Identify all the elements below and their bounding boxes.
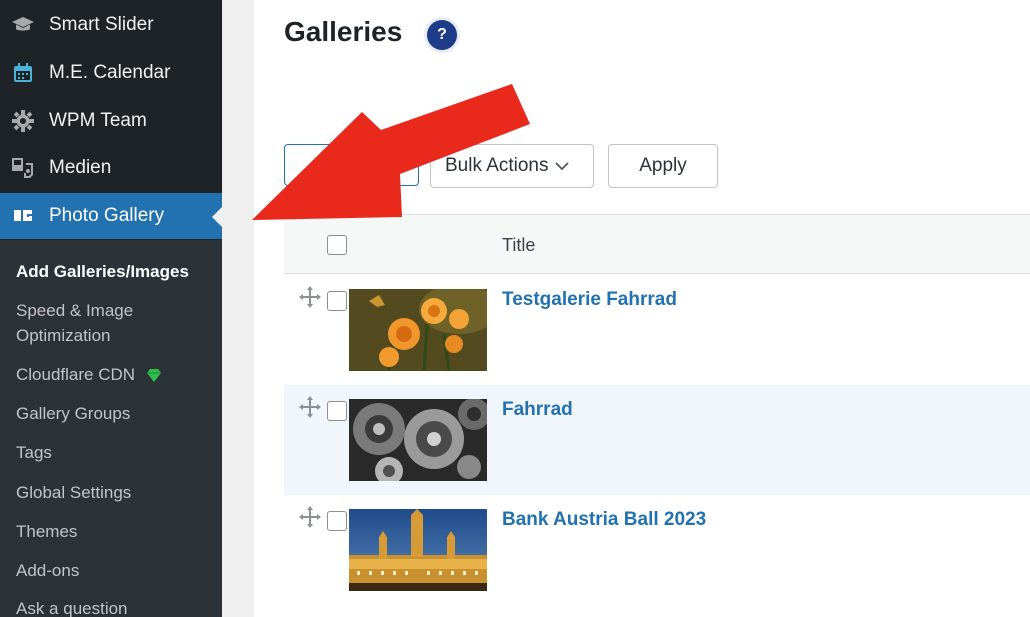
submenu-speed-optimization-line2[interactable]: Optimization — [16, 323, 110, 348]
gallery-thumbnail-gears[interactable] — [349, 399, 487, 481]
drag-handle-icon[interactable] — [298, 505, 322, 534]
table-header: Title — [284, 214, 1030, 274]
menu-label: M.E. Calendar — [49, 62, 171, 83]
gear-icon — [10, 109, 36, 133]
bulk-actions-select[interactable]: Bulk Actions — [430, 144, 594, 188]
menu-label: Medien — [49, 157, 112, 178]
submenu-label: Cloudflare CDN — [16, 365, 136, 384]
gallery-title-link[interactable]: Testgalerie Fahrrad — [502, 289, 677, 311]
menu-label: Photo Gallery — [49, 205, 165, 226]
menu-label: Smart Slider — [49, 14, 154, 35]
table-row: Fahrrad — [284, 385, 1030, 495]
menu-item-wpm-team[interactable]: WPM Team — [0, 98, 222, 144]
gallery-title-link[interactable]: Bank Austria Ball 2023 — [502, 509, 706, 531]
submenu-speed-optimization-line1[interactable]: Speed & Image — [16, 298, 133, 323]
drag-handle-icon[interactable] — [298, 285, 322, 314]
gallery-thumbnail-flowers[interactable] — [349, 289, 487, 371]
apply-button[interactable]: Apply — [608, 144, 718, 188]
menu-item-smart-slider[interactable]: Smart Slider — [0, 2, 222, 48]
table-row: Bank Austria Ball 2023 — [284, 495, 1030, 605]
help-button[interactable]: ? — [427, 20, 457, 50]
media-icon — [10, 156, 36, 180]
submenu-themes[interactable]: Themes — [16, 519, 77, 544]
menu-item-photo-gallery[interactable]: Photo Gallery — [0, 193, 222, 239]
bulk-actions-label: Bulk Actions — [445, 155, 549, 176]
drag-handle-icon[interactable] — [298, 395, 322, 424]
table-row: Testgalerie Fahrrad — [284, 275, 1030, 385]
column-title-header[interactable]: Title — [502, 235, 535, 256]
submenu-global-settings[interactable]: Global Settings — [16, 480, 131, 505]
admin-sidebar: Smart Slider M.E. Calendar WPM Team Medi… — [0, 0, 222, 617]
submenu-ask-question[interactable]: Ask a question — [16, 596, 128, 617]
chevron-down-icon — [554, 161, 569, 170]
gallery-thumbnail-city-hall[interactable] — [349, 509, 487, 591]
submenu-add-ons[interactable]: Add-ons — [16, 558, 79, 583]
gallery-title-link[interactable]: Fahrrad — [502, 399, 573, 421]
select-all-checkbox[interactable] — [327, 235, 347, 255]
menu-item-me-calendar[interactable]: M.E. Calendar — [0, 50, 222, 96]
menu-label: WPM Team — [49, 110, 147, 131]
calendar-icon — [10, 61, 36, 85]
row-checkbox[interactable] — [327, 511, 347, 531]
graduation-cap-icon — [10, 13, 36, 37]
active-indicator — [212, 207, 222, 227]
page-title: Galleries — [284, 16, 403, 47]
partially-hidden-select[interactable] — [284, 144, 419, 186]
submenu-gallery-groups[interactable]: Gallery Groups — [16, 401, 130, 426]
row-checkbox[interactable] — [327, 401, 347, 421]
main-content: Galleries ? Bulk Actions Apply Title Tes… — [222, 0, 1030, 617]
diamond-icon — [146, 369, 161, 383]
row-checkbox[interactable] — [327, 291, 347, 311]
submenu-cloudflare-cdn[interactable]: Cloudflare CDN — [16, 362, 162, 387]
submenu-tags[interactable]: Tags — [16, 440, 52, 465]
menu-item-medien[interactable]: Medien — [0, 145, 222, 191]
submenu-add-galleries[interactable]: Add Galleries/Images — [16, 259, 189, 284]
photo-gallery-icon — [10, 204, 36, 228]
photo-gallery-submenu: Add Galleries/Images Speed & Image Optim… — [0, 240, 222, 617]
